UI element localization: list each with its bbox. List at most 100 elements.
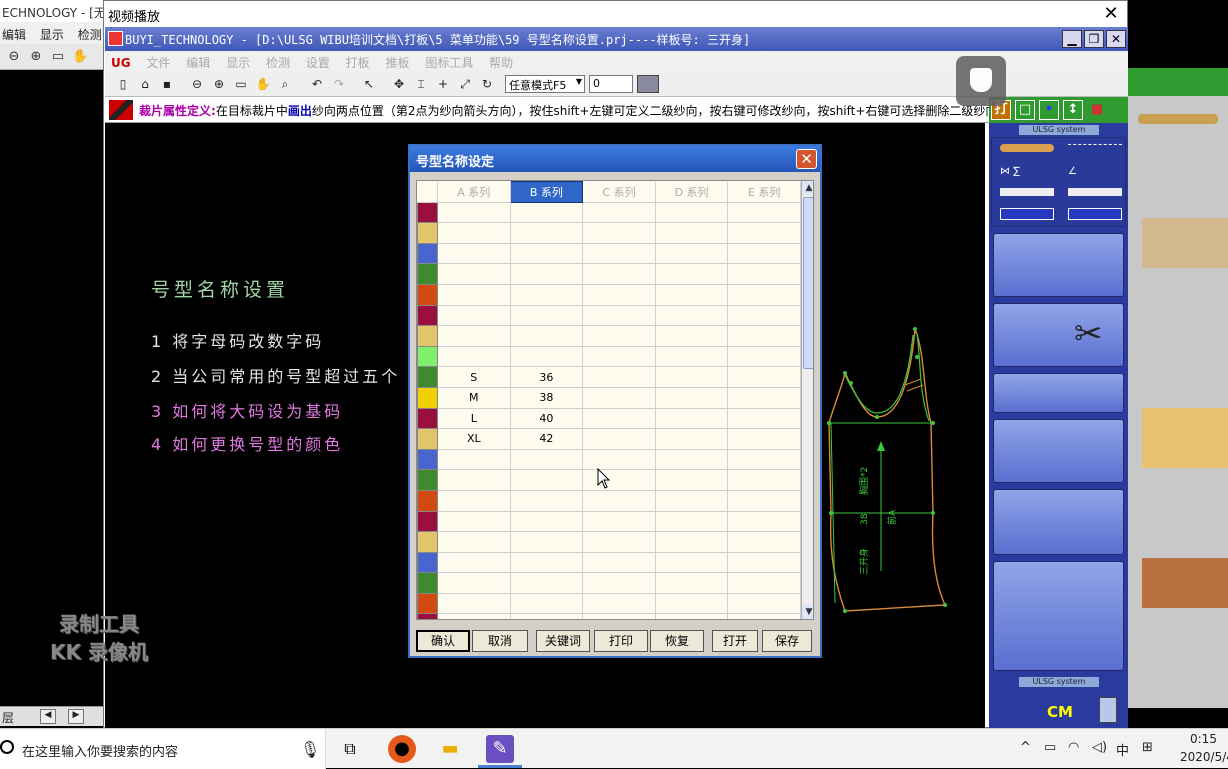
table-cell[interactable]: [727, 325, 801, 347]
menu-view[interactable]: 显示: [40, 28, 64, 42]
table-cell[interactable]: [510, 202, 584, 224]
table-cell[interactable]: [510, 511, 584, 533]
table-cell[interactable]: [582, 366, 656, 388]
table-cell[interactable]: [510, 593, 584, 615]
piece-tool-button[interactable]: [993, 419, 1124, 483]
table-cell[interactable]: [510, 222, 584, 244]
symmetry-tool-icon[interactable]: ⋈ ∑: [1000, 166, 1054, 178]
microphone-icon[interactable]: 🎙: [300, 740, 320, 759]
table-cell[interactable]: [727, 346, 801, 368]
garment-pattern-drawing[interactable]: 三开身 38 胸围*2 前A: [805, 313, 965, 623]
dialog-close-button[interactable]: ✕: [796, 149, 817, 169]
table-cell[interactable]: [510, 325, 584, 347]
table-cell[interactable]: [437, 325, 511, 347]
table-cell[interactable]: [582, 449, 656, 471]
row-color-swatch[interactable]: [417, 572, 438, 594]
table-cell[interactable]: 38: [510, 387, 584, 409]
apply-button[interactable]: [637, 75, 659, 93]
table-cell[interactable]: [582, 593, 656, 615]
redo-icon[interactable]: ↷: [331, 76, 347, 92]
hand-icon[interactable]: ✋: [72, 49, 88, 65]
table-cell[interactable]: [510, 572, 584, 594]
row-color-swatch[interactable]: [417, 345, 438, 368]
table-cell[interactable]: [510, 346, 584, 368]
table-cell[interactable]: [582, 222, 656, 244]
table-cell[interactable]: 42: [510, 428, 584, 450]
table-cell[interactable]: [655, 243, 729, 265]
table-cell[interactable]: [582, 263, 656, 285]
table-cell[interactable]: [655, 469, 729, 491]
stop-mode-button[interactable]: ■: [1087, 100, 1107, 120]
table-cell[interactable]: [727, 243, 801, 265]
restore-button[interactable]: 恢复: [650, 630, 704, 652]
pencil-tool-icon[interactable]: [1000, 144, 1054, 152]
zoom-window-icon[interactable]: ⌕: [277, 76, 293, 92]
table-cell[interactable]: [582, 552, 656, 574]
table-cell[interactable]: [510, 263, 584, 285]
menu-help[interactable]: 帮助: [489, 56, 513, 70]
chevron-up-icon[interactable]: ^: [1020, 740, 1031, 755]
row-color-swatch[interactable]: [417, 222, 438, 244]
hand-icon[interactable]: ✋: [255, 76, 271, 92]
table-cell[interactable]: [510, 243, 584, 265]
table-cell[interactable]: [727, 408, 801, 430]
ug-close-button[interactable]: ✕: [1106, 30, 1126, 48]
calculator-icon[interactable]: [1099, 697, 1117, 723]
maximize-button[interactable]: ❐: [1084, 30, 1104, 48]
table-cell[interactable]: [437, 572, 511, 594]
table-cell[interactable]: [510, 531, 584, 553]
menu-check[interactable]: 检测: [78, 28, 102, 42]
ime-indicator[interactable]: 中: [1116, 740, 1129, 759]
menu-edit[interactable]: 编辑: [2, 28, 26, 42]
table-cell[interactable]: [655, 263, 729, 285]
table-cell[interactable]: [582, 613, 656, 619]
save-button[interactable]: 保存: [762, 630, 812, 652]
table-cell[interactable]: [437, 222, 511, 244]
table-cell[interactable]: [582, 325, 656, 347]
table-cell[interactable]: [510, 284, 584, 306]
delete-select-icon[interactable]: ↖: [361, 76, 377, 92]
measure-tool-icon[interactable]: [1000, 188, 1054, 196]
table-cell[interactable]: [510, 490, 584, 512]
point-mode-button[interactable]: •: [1039, 100, 1059, 120]
table-cell[interactable]: [510, 449, 584, 471]
table-cell[interactable]: 36: [510, 366, 584, 388]
table-cell[interactable]: M: [437, 387, 511, 409]
table-cell[interactable]: [727, 490, 801, 512]
table-cell[interactable]: [582, 469, 656, 491]
cancel-button[interactable]: 取消: [472, 630, 528, 652]
dashed-line-tool-icon[interactable]: [1068, 144, 1122, 152]
table-cell[interactable]: [727, 428, 801, 450]
angle-tool-icon[interactable]: ∠: [1068, 166, 1122, 178]
rotate-icon[interactable]: ↻: [479, 76, 495, 92]
table-cell[interactable]: [582, 490, 656, 512]
table-cell[interactable]: [655, 490, 729, 512]
table-cell[interactable]: [437, 490, 511, 512]
table-cell[interactable]: [582, 408, 656, 430]
row-color-swatch[interactable]: [417, 283, 438, 306]
undo-icon[interactable]: ↶: [309, 76, 325, 92]
recorder-app-icon[interactable]: ●: [388, 735, 416, 763]
move-icon[interactable]: ✥: [391, 76, 407, 92]
notch-tool-button[interactable]: [993, 373, 1124, 413]
monitor-icon[interactable]: ▭: [50, 49, 66, 65]
table-cell[interactable]: [437, 202, 511, 224]
row-color-swatch[interactable]: [417, 201, 438, 224]
table-cell[interactable]: [655, 449, 729, 471]
row-color-swatch[interactable]: [417, 448, 438, 471]
table-cell[interactable]: L: [437, 408, 511, 430]
floating-capture-widget[interactable]: [956, 56, 1006, 106]
table-cell[interactable]: [582, 305, 656, 327]
zoom-in-icon[interactable]: ⊕: [28, 49, 44, 65]
table-cell[interactable]: [727, 572, 801, 594]
table-cell[interactable]: [582, 572, 656, 594]
table-cell[interactable]: [655, 366, 729, 388]
table-cell[interactable]: [727, 469, 801, 491]
scissors-tool-button[interactable]: ✂: [993, 303, 1124, 367]
table-cell[interactable]: [582, 284, 656, 306]
table-cell[interactable]: [655, 613, 729, 619]
pencil-tool-icon[interactable]: [1138, 114, 1218, 124]
table-cell[interactable]: [655, 387, 729, 409]
table-cell[interactable]: [727, 366, 801, 388]
table-cell[interactable]: [727, 552, 801, 574]
